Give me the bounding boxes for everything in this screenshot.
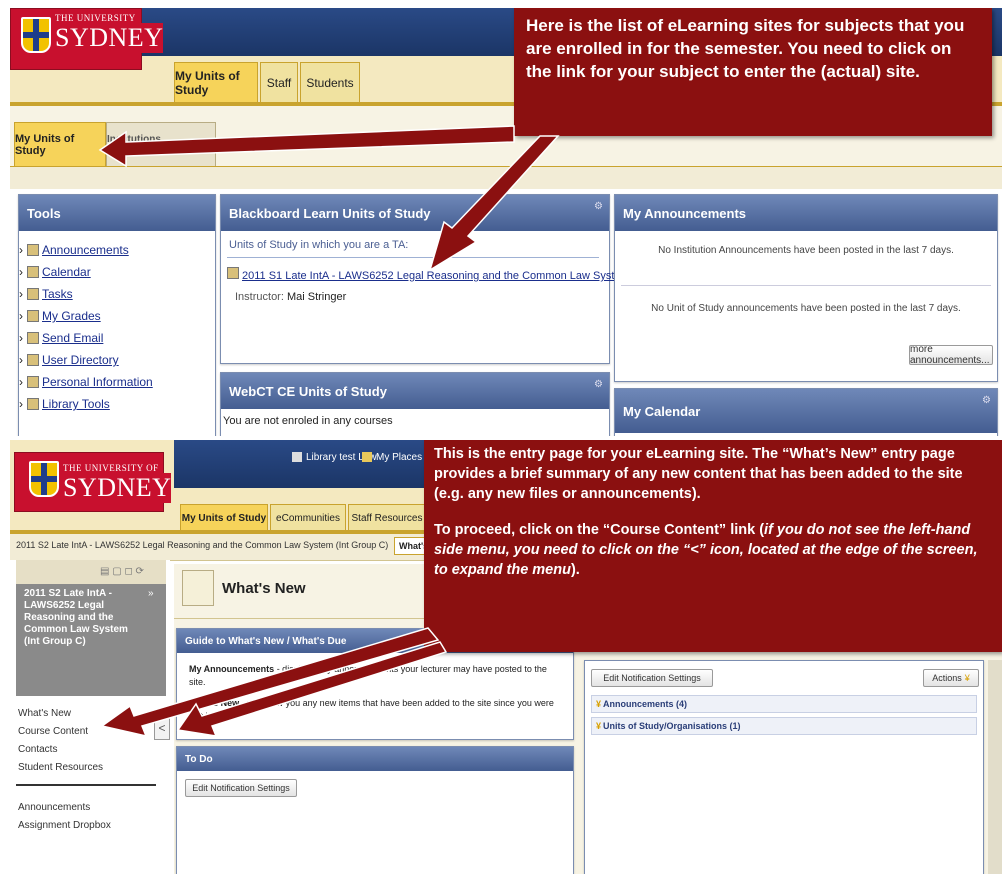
bottom-screenshot: THE UNIVERSITY OF SYDNEY Library test La… [10,440,1002,874]
arrow-to-course-link [428,135,560,272]
arrow-to-course-content [100,627,440,738]
bottom-arrows [100,627,448,738]
arrow-to-subtab [98,125,515,168]
top-arrows [98,125,560,272]
top-screenshot: THE UNIVERSITY OF SYDNEY My Units of Stu… [10,8,1002,436]
arrow-to-collapse-toggle [176,641,448,737]
